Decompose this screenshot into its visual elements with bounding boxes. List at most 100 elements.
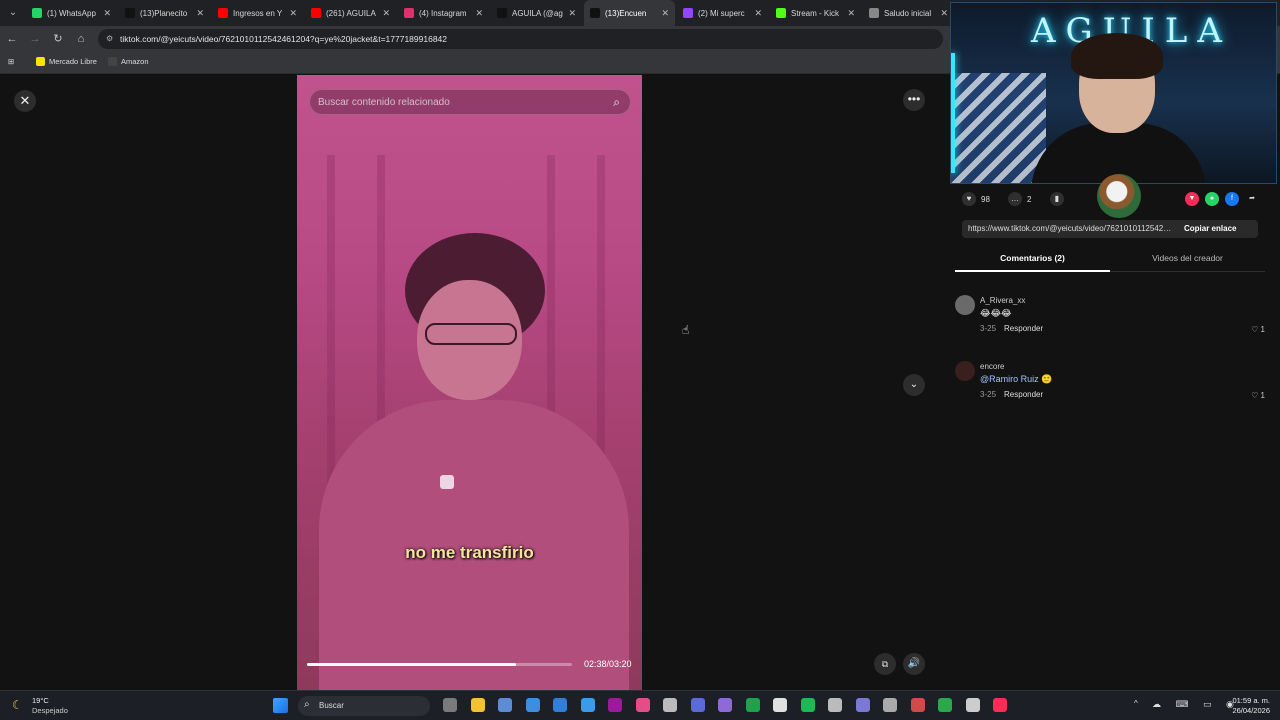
taskbar-app-icon[interactable]: [525, 698, 540, 712]
browser-tab[interactable]: (261) AGUILA ✕: [305, 0, 396, 26]
bookmark-button[interactable]: ▮: [1050, 192, 1069, 206]
like-count: 98: [981, 194, 990, 204]
taskbar-app-icon[interactable]: [745, 698, 760, 712]
taskbar-app-icon[interactable]: [553, 698, 567, 712]
whatsapp-icon[interactable]: ●: [1205, 192, 1219, 206]
taskbar-app-icon[interactable]: [443, 698, 457, 712]
reload-icon[interactable]: ↻: [50, 31, 66, 47]
comment-like-button[interactable]: ♡ 1: [1251, 325, 1265, 334]
comment-button[interactable]: … 2: [1008, 192, 1031, 206]
comment-like-button[interactable]: ♡ 1: [1251, 391, 1265, 400]
reply-button[interactable]: Responder: [1004, 390, 1043, 399]
browser-tab[interactable]: AGUILA (@ag ✕: [491, 0, 582, 26]
tab-comments[interactable]: Comentarios (2): [955, 253, 1110, 272]
close-tab-icon[interactable]: ✕: [847, 8, 855, 19]
taskbar-app-icon[interactable]: [470, 698, 485, 712]
tab-title: Ingresos en Y: [233, 8, 283, 18]
close-tab-icon[interactable]: ✕: [289, 8, 297, 19]
tab-favicon-icon: [218, 8, 228, 18]
lapel-mic: [440, 475, 454, 489]
video-progress-bar[interactable]: [307, 663, 572, 666]
taskbar-app-icon[interactable]: [773, 698, 787, 712]
copy-link-button[interactable]: Copiar enlace: [1184, 224, 1236, 233]
taskbar-app-icon[interactable]: [828, 698, 842, 712]
tab-favicon-icon: [683, 8, 693, 18]
close-tab-icon[interactable]: ✕: [940, 8, 948, 19]
browser-tab[interactable]: (13)Planecito ✕: [119, 0, 210, 26]
close-tab-icon[interactable]: ✕: [568, 8, 576, 19]
avatar[interactable]: [955, 361, 975, 381]
repost-icon[interactable]: ▼: [1185, 192, 1199, 206]
taskbar-search[interactable]: ⌕ Buscar: [298, 696, 430, 716]
volume-button[interactable]: 🔊: [903, 653, 925, 675]
close-tab-icon[interactable]: ✕: [382, 8, 390, 19]
taskbar-app-icon[interactable]: [883, 698, 897, 712]
back-arrow-icon[interactable]: ←: [4, 31, 20, 47]
share-arrow-icon[interactable]: ➦: [1245, 192, 1259, 206]
next-video-button[interactable]: ⌄: [903, 374, 925, 396]
tab-search-chevron-icon[interactable]: ⌄: [4, 4, 22, 22]
bookmark-mercado-libre[interactable]: Mercado Libre: [36, 57, 97, 66]
taskbar-app-icon[interactable]: [910, 698, 925, 712]
moon-icon[interactable]: ☾: [12, 698, 23, 712]
forward-arrow-icon[interactable]: →: [27, 31, 43, 47]
taskbar-app-icon[interactable]: [663, 698, 677, 712]
browser-tab[interactable]: (1) WhatsApp ✕: [26, 0, 117, 26]
taskbar-app-icon[interactable]: [580, 698, 595, 712]
comment-username[interactable]: A_Rivera_xx: [980, 296, 1025, 305]
taskbar-app-icon[interactable]: [965, 698, 980, 712]
browser-tab[interactable]: (4) Instagram ✕: [398, 0, 489, 26]
clock-time[interactable]: 01:59 a. m.: [1226, 696, 1270, 705]
close-tab-icon[interactable]: ✕: [754, 8, 762, 19]
bookmark-label: Amazon: [121, 57, 149, 66]
bookmark-amazon[interactable]: Amazon: [108, 57, 149, 66]
home-icon[interactable]: ⌂: [73, 31, 89, 47]
reply-button[interactable]: Responder: [1004, 324, 1043, 333]
taskbar-app-icon[interactable]: [690, 698, 705, 712]
taskbar-app-icon[interactable]: [635, 698, 650, 712]
taskbar-app-icon[interactable]: [800, 698, 815, 712]
video-player[interactable]: Buscar contenido relacionado ⌕ no me tra…: [297, 75, 642, 690]
tab-creator-videos[interactable]: Videos del creador: [1110, 253, 1265, 263]
taskbar-app-icon[interactable]: [718, 698, 732, 712]
close-tab-icon[interactable]: ✕: [103, 8, 111, 19]
comment-item: A_Rivera_xx 😂😂😂 3-25 Responder ♡ 1: [955, 295, 1267, 339]
facebook-icon[interactable]: f: [1225, 192, 1239, 206]
taskbar-app-icon[interactable]: [855, 698, 870, 712]
comment-username[interactable]: encore: [980, 362, 1004, 371]
video-link[interactable]: https://www.tiktok.com/@yeicuts/video/76…: [968, 224, 1174, 233]
taskbar-app-icon[interactable]: [608, 698, 622, 712]
site-info-icon[interactable]: ⚙: [106, 34, 113, 43]
weather-description[interactable]: Despejado: [32, 706, 68, 715]
weather-temperature[interactable]: 19°C: [32, 696, 49, 705]
address-bar[interactable]: ⚙ tiktok.com/@yeicuts/video/762101011254…: [98, 29, 943, 49]
like-button[interactable]: ♥ 98: [962, 192, 990, 206]
apps-grid-icon[interactable]: ⊞: [8, 57, 14, 66]
taskbar-app-icon[interactable]: [498, 698, 512, 712]
browser-tab[interactable]: Saludo inicial ✕: [863, 0, 954, 26]
close-video-button[interactable]: ✕: [14, 90, 36, 112]
close-tab-icon[interactable]: ✕: [475, 8, 483, 19]
browser-tab[interactable]: (13)Encuen ✕: [584, 0, 675, 26]
taskbar-app-icon[interactable]: [993, 698, 1007, 712]
close-tab-icon[interactable]: ✕: [661, 8, 669, 19]
url-text[interactable]: tiktok.com/@yeicuts/video/76210101125424…: [120, 34, 447, 44]
comment-like-count: 1: [1260, 391, 1265, 400]
avatar[interactable]: [955, 295, 975, 315]
more-options-button[interactable]: •••: [903, 89, 925, 111]
start-button[interactable]: [273, 698, 288, 713]
tab-title: AGUILA (@ag: [512, 8, 563, 18]
picture-in-picture-button[interactable]: ⧉: [874, 653, 896, 675]
tab-title: (261) AGUILA: [326, 8, 376, 18]
bookmark-icon: ▮: [1050, 192, 1064, 206]
close-tab-icon[interactable]: ✕: [196, 8, 204, 19]
related-search-bar[interactable]: Buscar contenido relacionado ⌕: [309, 89, 631, 115]
clock-date[interactable]: 26/04/2026: [1226, 706, 1270, 715]
search-icon[interactable]: ⌕: [613, 95, 620, 110]
browser-tab[interactable]: Ingresos en Y ✕: [212, 0, 303, 26]
browser-tab[interactable]: Stream - Kick ✕: [770, 0, 861, 26]
chevron-up-icon[interactable]: ^: [1134, 699, 1138, 708]
browser-tab[interactable]: (2) Mi superc ✕: [677, 0, 768, 26]
amazon-icon: [108, 57, 117, 66]
taskbar-app-icon[interactable]: [938, 698, 952, 712]
